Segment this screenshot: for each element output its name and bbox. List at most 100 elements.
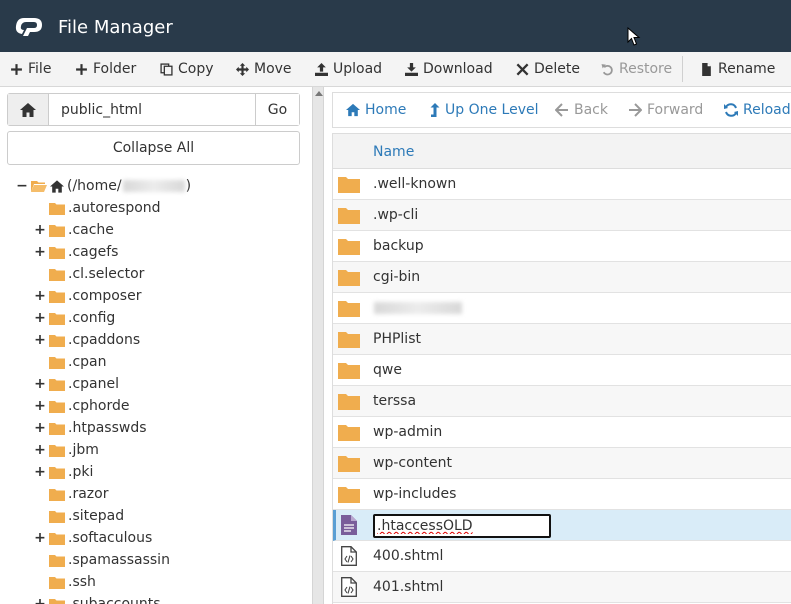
tree-root[interactable]: − (/home/) <box>16 175 191 197</box>
folder-icon <box>49 202 65 215</box>
up-one-level-button[interactable]: Up One Level <box>430 93 539 127</box>
file-row[interactable]: wp-admin <box>333 417 791 448</box>
file-row[interactable]: .wp-cli <box>333 200 791 231</box>
tree-item-label: .cache <box>68 222 114 238</box>
tree-item-label: .subaccounts <box>68 596 161 604</box>
folder-icon <box>49 598 65 604</box>
forward-button[interactable]: Forward <box>628 93 703 127</box>
expand-toggle-icon[interactable]: + <box>34 332 46 348</box>
folder-icon <box>49 422 65 435</box>
expand-toggle-icon[interactable]: + <box>34 464 46 480</box>
tree-item-label: .razor <box>68 486 109 502</box>
expand-toggle-icon[interactable]: + <box>34 596 46 604</box>
scroll-up-arrow-icon[interactable] <box>315 91 323 96</box>
reload-label: Reload <box>743 102 791 118</box>
collapse-toggle-icon[interactable]: − <box>16 178 28 194</box>
download-button[interactable]: Download <box>405 52 493 86</box>
tree-item[interactable]: + .config <box>34 307 115 329</box>
tree-item[interactable]: + .softaculous <box>34 527 152 549</box>
expand-toggle-icon[interactable]: + <box>34 420 46 436</box>
collapse-all-button[interactable]: Collapse All <box>7 131 300 165</box>
move-button[interactable]: Move <box>236 52 292 86</box>
file-list-header: Name <box>333 133 791 169</box>
name-column-header[interactable]: Name <box>373 144 414 160</box>
expand-toggle-icon[interactable]: + <box>34 244 46 260</box>
delete-label: Delete <box>534 61 580 77</box>
tree-item-label: .cpanel <box>68 376 119 392</box>
toolbar-divider <box>682 56 683 82</box>
file-row[interactable]: 400.shtml <box>333 541 791 572</box>
path-home-button[interactable] <box>8 94 49 125</box>
expand-toggle-icon[interactable]: + <box>34 310 46 326</box>
reload-button[interactable]: Reload <box>724 93 791 127</box>
text-file-icon <box>341 515 357 535</box>
tree-item[interactable]: .sitepad <box>34 505 124 527</box>
file-type-icon <box>338 267 360 287</box>
back-button[interactable]: Back <box>555 93 608 127</box>
file-row[interactable]: cgi-bin <box>333 262 791 293</box>
file-row[interactable]: wp-includes <box>333 479 791 510</box>
rename-input[interactable] <box>373 514 551 538</box>
rename-button[interactable]: Rename <box>700 52 775 86</box>
new-folder-button[interactable]: Folder <box>75 52 136 86</box>
folder-icon <box>338 455 360 472</box>
folder-icon <box>49 400 65 413</box>
panel-splitter[interactable] <box>312 87 324 604</box>
file-row[interactable]: wp-content <box>333 448 791 479</box>
tree-item[interactable]: .spamassassin <box>34 549 170 571</box>
delete-button[interactable]: Delete <box>516 52 580 86</box>
tree-item[interactable]: + .jbm <box>34 439 99 461</box>
expand-toggle-icon[interactable]: + <box>34 442 46 458</box>
file-row[interactable]: qwe <box>333 355 791 386</box>
arrow-right-icon <box>629 103 642 117</box>
file-row[interactable]: backup <box>333 231 791 262</box>
upload-button[interactable]: Upload <box>315 52 382 86</box>
tree-item[interactable]: + .cache <box>34 219 114 241</box>
tree-item[interactable]: .autorespond <box>34 197 161 219</box>
tree-item[interactable]: .cl.selector <box>34 263 144 285</box>
home-icon <box>50 179 64 193</box>
expand-toggle-icon[interactable]: + <box>34 288 46 304</box>
tree-item[interactable]: .cpan <box>34 351 107 373</box>
tree-item[interactable]: + .subaccounts <box>34 593 161 604</box>
folder-icon <box>338 176 360 193</box>
restore-button[interactable]: Restore <box>601 52 672 86</box>
tree-item[interactable]: + .htpasswds <box>34 417 146 439</box>
file-name: wp-admin <box>373 424 443 440</box>
file-type-icon <box>338 515 360 535</box>
tree-item[interactable]: + .cpanel <box>34 373 119 395</box>
upload-label: Upload <box>333 61 383 77</box>
file-row[interactable]: 401.shtml <box>333 572 791 603</box>
file-row[interactable] <box>333 510 791 541</box>
file-name: terssa <box>373 393 417 409</box>
file-row[interactable]: terssa <box>333 386 791 417</box>
copy-button[interactable]: Copy <box>160 52 214 86</box>
tree-item[interactable]: + .pki <box>34 461 93 483</box>
expand-toggle-icon[interactable]: + <box>34 530 46 546</box>
home-button[interactable]: Home <box>346 93 406 127</box>
file-row[interactable]: .well-known <box>333 169 791 200</box>
expand-toggle-icon[interactable]: + <box>34 222 46 238</box>
new-file-button[interactable]: File <box>10 52 51 86</box>
tree-item[interactable]: + .cpaddons <box>34 329 140 351</box>
tree-item-label: .sitepad <box>68 508 125 524</box>
file-type-icon <box>338 298 360 318</box>
go-button[interactable]: Go <box>255 94 299 125</box>
tree-item[interactable]: + .cphorde <box>34 395 129 417</box>
expand-toggle-icon[interactable]: + <box>34 398 46 414</box>
new-folder-label: Folder <box>93 61 137 77</box>
tree-item[interactable]: + .cagefs <box>34 241 118 263</box>
redacted-username <box>122 180 185 192</box>
path-bar: Go <box>7 93 300 126</box>
plus-icon <box>76 63 87 75</box>
folder-icon <box>49 334 65 347</box>
tree-item-label: .autorespond <box>68 200 161 216</box>
path-input[interactable] <box>49 94 255 125</box>
file-row[interactable]: PHPlist <box>333 324 791 355</box>
tree-item[interactable]: + .composer <box>34 285 141 307</box>
tree-item[interactable]: .ssh <box>34 571 96 593</box>
expand-toggle-icon[interactable]: + <box>34 376 46 392</box>
tree-item-label: .softaculous <box>68 530 153 546</box>
tree-item[interactable]: .razor <box>34 483 108 505</box>
file-row[interactable] <box>333 293 791 324</box>
